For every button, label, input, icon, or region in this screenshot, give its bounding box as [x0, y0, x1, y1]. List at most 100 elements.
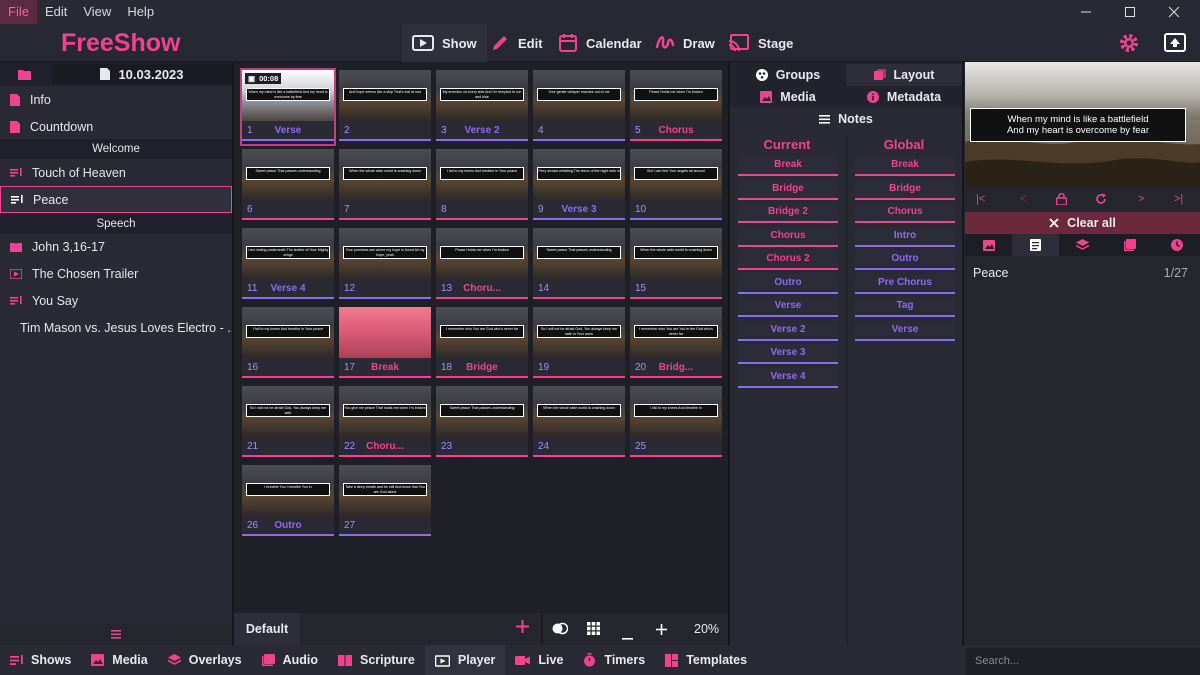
tab-draw[interactable]: Draw: [645, 24, 725, 62]
toggle-background-icon[interactable]: [552, 622, 569, 638]
search-input[interactable]: Search...: [966, 648, 1200, 675]
current-group-button[interactable]: Chorus 2: [738, 250, 838, 270]
slide-thumbnail[interactable]: When my mind is like a battlefield And m…: [240, 68, 336, 146]
first-slide-icon[interactable]: |<: [976, 190, 985, 208]
zoom-in-icon[interactable]: [656, 623, 667, 638]
slide-thumbnail[interactable]: Sweet peace That passes understanding 23: [436, 386, 528, 460]
output-toggle-icon[interactable]: [1164, 33, 1186, 56]
show-item-touch-of-heaven[interactable]: Touch of Heaven: [0, 159, 232, 186]
previous-slide-icon[interactable]: <: [1020, 190, 1026, 208]
refresh-icon[interactable]: [1095, 190, 1107, 208]
lock-icon[interactable]: [1056, 190, 1067, 208]
current-group-button[interactable]: Chorus: [738, 226, 838, 247]
slide-thumbnail[interactable]: Take a deep breath and be still And know…: [339, 465, 431, 539]
slide-thumbnail[interactable]: You give me peace That holds me when I'm…: [339, 386, 431, 460]
next-slide-icon[interactable]: >: [1138, 190, 1144, 208]
slide-thumbnail[interactable]: Your gentle whisper reaches out to me 4: [533, 70, 625, 144]
slide-thumbnail[interactable]: When the whole wide world Is crashing do…: [339, 149, 431, 223]
show-item-countdown[interactable]: Countdown: [0, 113, 232, 140]
menu-view[interactable]: View: [75, 0, 119, 24]
tab-edit[interactable]: Edit: [480, 24, 553, 62]
tab-slide[interactable]: [1012, 234, 1059, 256]
output-preview[interactable]: When my mind is like a battlefield And m…: [965, 62, 1200, 188]
show-item-chosen-trailer[interactable]: The Chosen Trailer: [0, 260, 232, 287]
menu-file[interactable]: File: [0, 0, 37, 24]
tab-shows[interactable]: Shows: [0, 645, 81, 675]
show-item-peace[interactable]: Peace: [0, 186, 232, 213]
slide-thumbnail[interactable]: Peace Holds me when I'm broken 13 Choru...: [436, 228, 528, 302]
global-group-button[interactable]: Outro: [855, 250, 955, 270]
slide-thumbnail[interactable]: When the whole wide world Is crashing do…: [630, 228, 722, 302]
show-item-tim-mason[interactable]: Tim Mason vs. Jesus Loves Electro - ...: [0, 314, 232, 341]
slide-thumbnail[interactable]: Your promises are where my hope is found…: [339, 228, 431, 302]
tab-timer[interactable]: [1153, 234, 1200, 256]
tab-layout[interactable]: Layout: [846, 64, 962, 86]
slide-thumbnail[interactable]: And hope seems like a ship That's lost a…: [339, 70, 431, 144]
slide-thumbnail[interactable]: Fiery arrows whistling The terror of the…: [533, 149, 625, 223]
tab-audio[interactable]: [1106, 234, 1153, 256]
menu-edit[interactable]: Edit: [37, 0, 75, 24]
folder-icon[interactable]: [18, 68, 31, 83]
global-group-button[interactable]: Bridge: [855, 179, 955, 200]
add-layout-icon[interactable]: [516, 620, 529, 636]
current-group-button[interactable]: Bridge: [738, 179, 838, 200]
last-slide-icon[interactable]: >|: [1174, 190, 1183, 208]
minimize-icon[interactable]: [1064, 0, 1108, 24]
tab-overlays-bottom[interactable]: Overlays: [158, 645, 252, 675]
maximize-icon[interactable]: [1108, 0, 1152, 24]
global-group-button[interactable]: Pre Chorus: [855, 273, 955, 294]
slide-thumbnail[interactable]: 17 Break: [339, 307, 431, 381]
slide-thumbnail[interactable]: So I will not be afraid God, You always …: [533, 307, 625, 381]
menu-help[interactable]: Help: [119, 0, 162, 24]
global-group-button[interactable]: Verse: [855, 320, 955, 341]
tab-templates[interactable]: Templates: [655, 645, 757, 675]
slide-thumbnail[interactable]: I remember who You are God who's never f…: [436, 307, 528, 381]
tab-media[interactable]: Media: [730, 86, 846, 108]
close-icon[interactable]: [1152, 0, 1196, 24]
current-group-button[interactable]: Verse 4: [738, 367, 838, 388]
global-group-button[interactable]: Break: [855, 156, 955, 176]
settings-gear-icon[interactable]: [1118, 32, 1140, 57]
current-group-button[interactable]: Bridge 2: [738, 203, 838, 223]
current-group-button[interactable]: Verse: [738, 297, 838, 317]
tab-metadata[interactable]: Metadata: [846, 86, 962, 108]
slide-thumbnail[interactable]: Peace Holds me when I'm broken 5 Chorus: [630, 70, 722, 144]
tab-groups[interactable]: Groups: [730, 64, 846, 86]
sidebar-menu-button[interactable]: [0, 623, 232, 645]
show-item-info[interactable]: Info: [0, 86, 232, 113]
slide-thumbnail[interactable]: My enemies on every side And I'm tempted…: [436, 70, 528, 144]
global-group-button[interactable]: Intro: [855, 226, 955, 247]
slide-thumbnail[interactable]: But I can feel Your angels all around 10: [630, 149, 722, 223]
tab-stage[interactable]: Stage: [718, 24, 803, 62]
slide-thumbnail[interactable]: Sweet peace That passes understanding 14: [533, 228, 625, 302]
tab-scripture[interactable]: Scripture: [328, 645, 425, 675]
tab-timers[interactable]: Timers: [573, 645, 655, 675]
slide-thumbnail[interactable]: I fall to my knees And breathe in Your p…: [242, 307, 334, 381]
grid-view-icon[interactable]: [587, 622, 600, 638]
slide-thumbnail[interactable]: I breathe You I breathe You in 26 Outro: [242, 465, 334, 539]
layout-default-tab[interactable]: Default: [234, 613, 300, 645]
current-group-button[interactable]: Break: [738, 156, 838, 176]
tab-overlays[interactable]: [1059, 234, 1106, 256]
slide-thumbnail[interactable]: So I will not be afraid God, You always …: [242, 386, 334, 460]
slide-thumbnail[interactable]: I remember who You are You're the God wh…: [630, 307, 722, 381]
tab-media-bottom[interactable]: Media: [81, 645, 157, 675]
slide-thumbnail[interactable]: When the whole wide world Is crashing do…: [533, 386, 625, 460]
slide-thumbnail[interactable]: I am resting underneath The shelter of Y…: [242, 228, 334, 302]
tab-calendar[interactable]: Calendar: [548, 24, 652, 62]
zoom-out-icon[interactable]: [622, 628, 633, 643]
tab-notes[interactable]: Notes: [730, 108, 962, 130]
show-item-john[interactable]: John 3,16-17: [0, 233, 232, 260]
tab-player[interactable]: Player: [424, 645, 506, 675]
slide-thumbnail[interactable]: Sweet peace That passes understanding 6: [242, 149, 334, 223]
tab-audio-bottom[interactable]: Audio: [252, 645, 328, 675]
current-group-button[interactable]: Verse 2: [738, 320, 838, 341]
global-group-button[interactable]: Chorus: [855, 203, 955, 223]
slide-thumbnail[interactable]: I fall to my knees And breathe in Your p…: [436, 149, 528, 223]
tab-show[interactable]: Show: [402, 24, 487, 62]
tab-live[interactable]: Live: [505, 645, 573, 675]
show-item-you-say[interactable]: You Say: [0, 287, 232, 314]
slide-thumbnail[interactable]: I fall to my knees And breathe in 25: [630, 386, 722, 460]
global-group-button[interactable]: Tag: [855, 297, 955, 317]
current-group-button[interactable]: Outro: [738, 273, 838, 294]
